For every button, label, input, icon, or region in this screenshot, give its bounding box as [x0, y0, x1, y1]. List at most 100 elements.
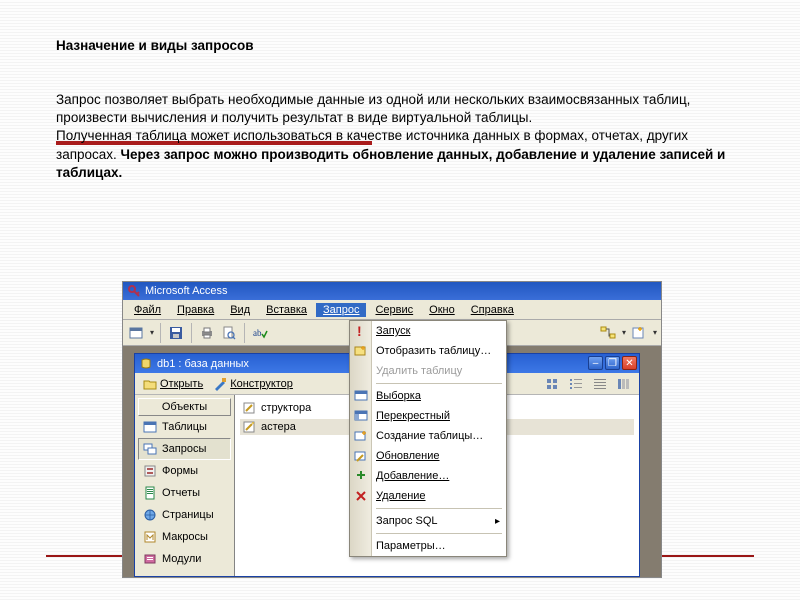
access-window: Microsoft Access Файл Правка Вид Вставка…: [122, 281, 662, 578]
menu-view[interactable]: Вид: [223, 303, 257, 317]
new-object-dropdown-icon[interactable]: ▾: [653, 328, 657, 337]
menubar: Файл Правка Вид Вставка Запрос Сервис Ок…: [123, 300, 661, 320]
objects-tables[interactable]: Таблицы: [138, 416, 231, 438]
objects-panel: Объекты Таблицы Запросы Формы: [135, 395, 235, 576]
menu-item-label: Запрос SQL: [376, 515, 438, 527]
objects-item-label: Таблицы: [162, 421, 207, 433]
relationships-button[interactable]: [599, 324, 617, 342]
update-icon: [353, 448, 369, 464]
menu-file[interactable]: Файл: [127, 303, 168, 317]
open-label: Открыть: [160, 378, 203, 390]
print-button[interactable]: [198, 324, 216, 342]
objects-item-label: Формы: [162, 465, 198, 477]
menu-window[interactable]: Окно: [422, 303, 462, 317]
toolbar-separator: [244, 323, 245, 343]
crosstab-icon: [353, 408, 369, 424]
paragraph-2: Полученная таблица может использоваться …: [56, 127, 744, 182]
relationships-dropdown-icon[interactable]: ▾: [622, 328, 626, 337]
objects-macros[interactable]: Макросы: [138, 526, 231, 548]
delete-icon: [353, 488, 369, 504]
database-window-title: db1 : база данных: [157, 358, 249, 370]
svg-text:!: !: [357, 324, 362, 338]
tables-icon: [143, 420, 157, 434]
maximize-button[interactable]: ❐: [605, 356, 620, 370]
menu-insert[interactable]: Вставка: [259, 303, 314, 317]
menu-maketable[interactable]: Создание таблицы…: [350, 426, 506, 446]
menu-params[interactable]: Параметры…: [350, 536, 506, 556]
menu-append[interactable]: Добавление…: [350, 466, 506, 486]
list-button[interactable]: [591, 375, 609, 393]
select-query-icon: [353, 388, 369, 404]
menu-crosstab[interactable]: Перекрестный: [350, 406, 506, 426]
details-button[interactable]: [615, 375, 633, 393]
menu-item-label: Добавление…: [376, 470, 449, 482]
menu-separator: [376, 508, 502, 509]
new-object-button[interactable]: [630, 324, 648, 342]
menu-help[interactable]: Справка: [464, 303, 521, 317]
access-key-icon: [127, 284, 141, 298]
open-icon: [143, 377, 157, 391]
forms-icon: [143, 464, 157, 478]
database-icon: [139, 357, 153, 371]
list-item-label: aстера: [261, 421, 296, 433]
design-button[interactable]: Конструктор: [211, 376, 295, 392]
view-dropdown-icon[interactable]: ▾: [150, 328, 154, 337]
menu-item-label: Удаление: [376, 490, 426, 502]
menu-edit[interactable]: Правка: [170, 303, 221, 317]
app-titlebar: Microsoft Access: [123, 282, 661, 300]
append-icon: [353, 468, 369, 484]
small-icons-button[interactable]: [567, 375, 585, 393]
view-button[interactable]: [127, 324, 145, 342]
objects-item-label: Модули: [162, 553, 201, 565]
wizard-icon: [242, 420, 256, 434]
spellcheck-button[interactable]: ab: [251, 324, 269, 342]
app-title: Microsoft Access: [145, 285, 228, 297]
objects-reports[interactable]: Отчеты: [138, 482, 231, 504]
reports-icon: [143, 486, 157, 500]
objects-forms[interactable]: Формы: [138, 460, 231, 482]
preview-button[interactable]: [220, 324, 238, 342]
macros-icon: [143, 530, 157, 544]
show-table-icon: [353, 343, 369, 359]
toolbar-separator: [160, 323, 161, 343]
menu-sql[interactable]: Запрос SQL: [350, 511, 506, 531]
design-icon: [213, 377, 227, 391]
maketable-icon: [353, 428, 369, 444]
menu-item-label: Перекрестный: [376, 410, 450, 422]
menu-separator: [376, 383, 502, 384]
objects-item-label: Отчеты: [162, 487, 200, 499]
menu-item-label: Выборка: [376, 390, 421, 402]
menu-delete-table: Удалить таблицу: [350, 361, 506, 381]
save-button[interactable]: [167, 324, 185, 342]
menu-item-label: Запуск: [376, 325, 410, 337]
objects-header: Объекты: [138, 398, 231, 416]
large-icons-button[interactable]: [543, 375, 561, 393]
svg-text:ab: ab: [253, 328, 262, 338]
menu-service[interactable]: Сервис: [368, 303, 420, 317]
slide-title: Назначение и виды запросов: [56, 38, 744, 53]
modules-icon: [143, 552, 157, 566]
open-button[interactable]: Открыть: [141, 376, 205, 392]
menu-show-table[interactable]: Отобразить таблицу…: [350, 341, 506, 361]
menu-separator: [376, 533, 502, 534]
menu-delete[interactable]: Удаление: [350, 486, 506, 506]
menu-run[interactable]: ! Запуск: [350, 321, 506, 341]
objects-pages[interactable]: Страницы: [138, 504, 231, 526]
minimize-button[interactable]: –: [588, 356, 603, 370]
paragraph-2-bold: Через запрос можно производить обновлени…: [56, 147, 725, 180]
menu-select[interactable]: Выборка: [350, 386, 506, 406]
menu-item-label: Обновление: [376, 450, 440, 462]
query-menu-popup: ! Запуск Отобразить таблицу… Удалить таб…: [349, 320, 507, 557]
menu-update[interactable]: Обновление: [350, 446, 506, 466]
menu-item-label: Отобразить таблицу…: [376, 345, 491, 357]
toolbar-separator: [191, 323, 192, 343]
queries-icon: [143, 442, 157, 456]
objects-queries[interactable]: Запросы: [138, 438, 231, 460]
wizard-icon: [242, 401, 256, 415]
objects-modules[interactable]: Модули: [138, 548, 231, 570]
paragraph-1: Запрос позволяет выбрать необходимые дан…: [56, 91, 744, 127]
run-icon: !: [353, 323, 369, 339]
menu-item-label: Создание таблицы…: [376, 430, 483, 442]
close-button[interactable]: ✕: [622, 356, 637, 370]
menu-query[interactable]: Запрос: [316, 303, 366, 317]
